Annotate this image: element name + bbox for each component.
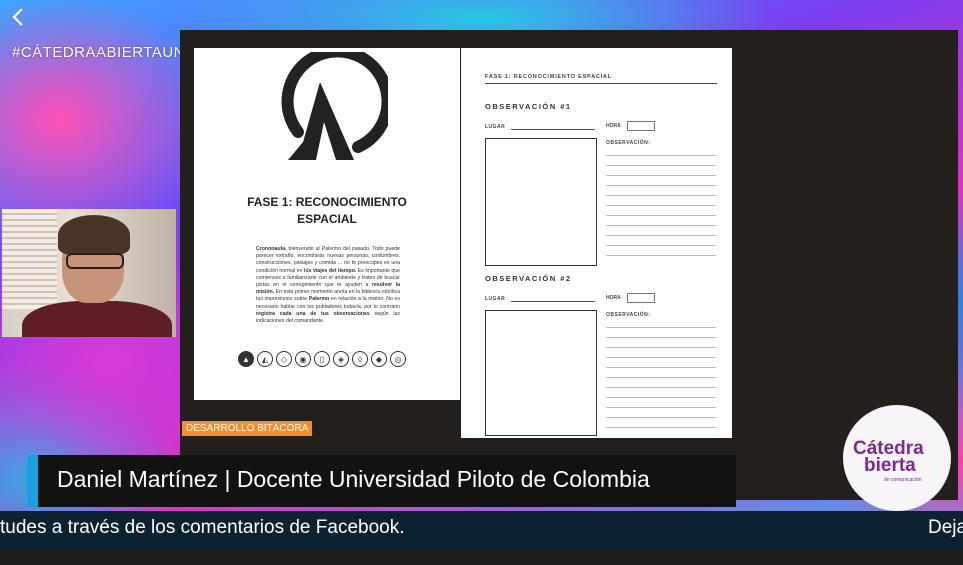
paragraph-run: tus impresiones sobre [256, 296, 309, 303]
paragraph-run: En este primer momento anota en la [274, 289, 362, 296]
paragraph-run: registra cada una de tus observaciones [256, 310, 370, 317]
presenter-name: Daniel Martínez | Docente Universidad Pi… [57, 466, 650, 492]
observation-lines-1 [606, 146, 716, 256]
presenter-hair [58, 215, 130, 255]
bottom-strip [0, 549, 963, 565]
time-box-2 [627, 293, 655, 303]
place-label-2: LUGAR [485, 296, 506, 302]
brand-logo-line2: bierta [864, 455, 916, 476]
place-label-1: LUGAR [485, 124, 506, 130]
compass-icon: ▲ [238, 351, 254, 367]
gem-icon: ◈ [333, 351, 349, 367]
eye-icon: ◉ [295, 351, 311, 367]
observation-box-2 [485, 310, 597, 436]
ticker-text-next: Deja [928, 517, 963, 538]
paragraph-run: bitácora robótica [361, 289, 400, 296]
mission-logo-icon [258, 45, 394, 172]
rhombus-icon: ◆ [371, 351, 387, 367]
right-page-header: FASE 1: RECONOCIMIENTO ESPACIAL [485, 74, 717, 84]
time-box-1 [627, 121, 655, 131]
paragraph-run: los viajes del tiempo. [304, 267, 357, 274]
phase-title: FASE 1: RECONOCIMIENTO ESPACIAL [194, 194, 460, 228]
paragraph-run: Palermo [308, 296, 330, 303]
phase-title-line1: FASE 1: RECONOCIMIENTO [247, 195, 407, 209]
presenter-webcam [2, 209, 176, 337]
phase-title-line2: ESPACIAL [297, 212, 357, 226]
observation-title-2: OBSERVACIÓN #2 [485, 274, 572, 283]
place-line-2 [511, 301, 595, 302]
mountain-icon: ◭ [257, 351, 273, 367]
observation-box-1 [485, 138, 597, 266]
presenter-shirt [22, 301, 172, 337]
place-line-1 [511, 129, 595, 130]
time-label-1: HORA [606, 123, 621, 129]
door-icon: ▯ [314, 351, 330, 367]
document-page-right: FASE 1: RECONOCIMIENTO ESPACIAL OBSERVAC… [461, 48, 732, 438]
icon-row: ▲ ◭ ◇ ◉ ▯ ◈ ◊ ◆ ◎ [238, 351, 418, 369]
brand-logo-sub: de comunicación [884, 477, 922, 483]
ticker-text: tudes a través de los comentarios de Fac… [0, 517, 405, 538]
observation-title-1: OBSERVACIÓN #1 [485, 102, 572, 111]
target-icon: ◎ [390, 351, 406, 367]
document-page-left: FASE 1: RECONOCIMIENTO ESPACIAL Crononau… [194, 45, 460, 400]
diamond-icon: ◇ [276, 351, 292, 367]
name-bar-accent [27, 455, 38, 507]
paragraph-run: Crononauta [256, 246, 286, 252]
observation-lines-2 [606, 318, 716, 428]
time-label-2: HORA [606, 295, 621, 301]
section-tag: DESARROLLO BITÁCORA [182, 421, 313, 436]
presenter-glasses [66, 253, 124, 269]
shield-icon: ◊ [352, 351, 368, 367]
back-arrow-icon[interactable] [8, 6, 28, 28]
phase-paragraph: Crononauta, bienvenido al Palermo del pa… [256, 246, 400, 325]
window-blinds [2, 209, 57, 309]
